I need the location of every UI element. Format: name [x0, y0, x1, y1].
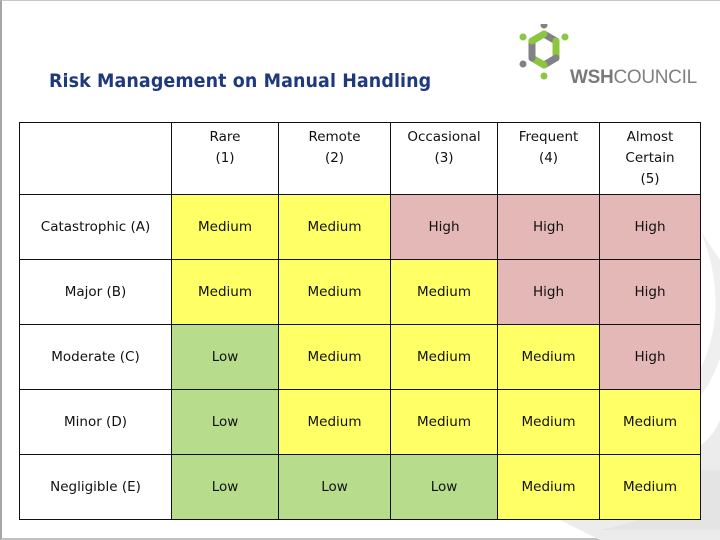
table-row: Moderate (C) Low Medium Medium Medium Hi…	[19, 324, 701, 390]
risk-cell: Low	[390, 454, 498, 520]
likelihood-header-rare: Rare (1)	[171, 122, 279, 195]
risk-cell: Medium	[278, 194, 391, 260]
risk-cell: High	[390, 194, 498, 260]
risk-cell: High	[599, 324, 701, 390]
header-line: (3)	[434, 150, 454, 166]
logo-wordmark: WSHCOUNCIL	[570, 67, 697, 89]
header-line: (5)	[640, 171, 660, 187]
logo-wordmark-regular: COUNCIL	[613, 67, 697, 88]
severity-label: Catastrophic (A)	[19, 194, 172, 260]
severity-label: Moderate (C)	[19, 324, 172, 390]
risk-cell: Medium	[390, 324, 498, 390]
severity-label: Minor (D)	[19, 389, 172, 455]
likelihood-header-remote: Remote (2)	[278, 122, 391, 195]
risk-cell: Medium	[171, 194, 279, 260]
risk-cell: Medium	[599, 389, 701, 455]
header-line: Certain	[625, 150, 675, 166]
risk-cell: Medium	[171, 259, 279, 325]
risk-cell: Medium	[497, 389, 600, 455]
header-line: Frequent	[518, 129, 579, 145]
risk-cell: Low	[171, 389, 279, 455]
header-line: Remote	[308, 129, 361, 145]
risk-cell: Medium	[599, 454, 701, 520]
risk-cell: High	[599, 259, 701, 325]
likelihood-header-frequent: Frequent (4)	[497, 122, 600, 195]
table-row: Minor (D) Low Medium Medium Medium Mediu…	[19, 389, 701, 455]
risk-cell: Medium	[390, 259, 498, 325]
risk-cell: Low	[171, 324, 279, 390]
table-row: Negligible (E) Low Low Low Medium Medium	[19, 454, 701, 520]
header-line: Almost	[626, 129, 674, 145]
slide-title: Risk Management on Manual Handling	[49, 70, 432, 92]
risk-cell: High	[497, 194, 600, 260]
severity-label: Negligible (E)	[19, 454, 172, 520]
header-line: (1)	[215, 150, 235, 166]
likelihood-header-row: Rare (1) Remote (2) Occasional (3) Frequ…	[19, 122, 701, 195]
risk-cell: Medium	[497, 324, 600, 390]
header-line: Rare	[209, 129, 241, 145]
likelihood-header-almost-certain: Almost Certain (5)	[599, 122, 701, 195]
risk-cell: High	[599, 194, 701, 260]
corner-cell	[19, 122, 172, 195]
severity-label: Major (B)	[19, 259, 172, 325]
risk-matrix-table: Rare (1) Remote (2) Occasional (3) Frequ…	[19, 122, 701, 520]
risk-cell: Medium	[497, 454, 600, 520]
risk-cell: Low	[278, 454, 391, 520]
header-line: Occasional	[407, 129, 481, 145]
header-line: (4)	[538, 150, 559, 166]
risk-cell: High	[497, 259, 600, 325]
risk-cell: Medium	[390, 389, 498, 455]
risk-cell: Medium	[278, 389, 391, 455]
risk-cell: Medium	[278, 259, 391, 325]
table-row: Catastrophic (A) Medium Medium High High…	[19, 194, 701, 260]
risk-cell: Medium	[278, 324, 391, 390]
table-row: Major (B) Medium Medium Medium High High	[19, 259, 701, 325]
risk-cell: Low	[171, 454, 279, 520]
likelihood-header-occasional: Occasional (3)	[390, 122, 498, 195]
header-line: (2)	[324, 150, 345, 166]
logo-wordmark-bold: WSH	[570, 67, 614, 88]
